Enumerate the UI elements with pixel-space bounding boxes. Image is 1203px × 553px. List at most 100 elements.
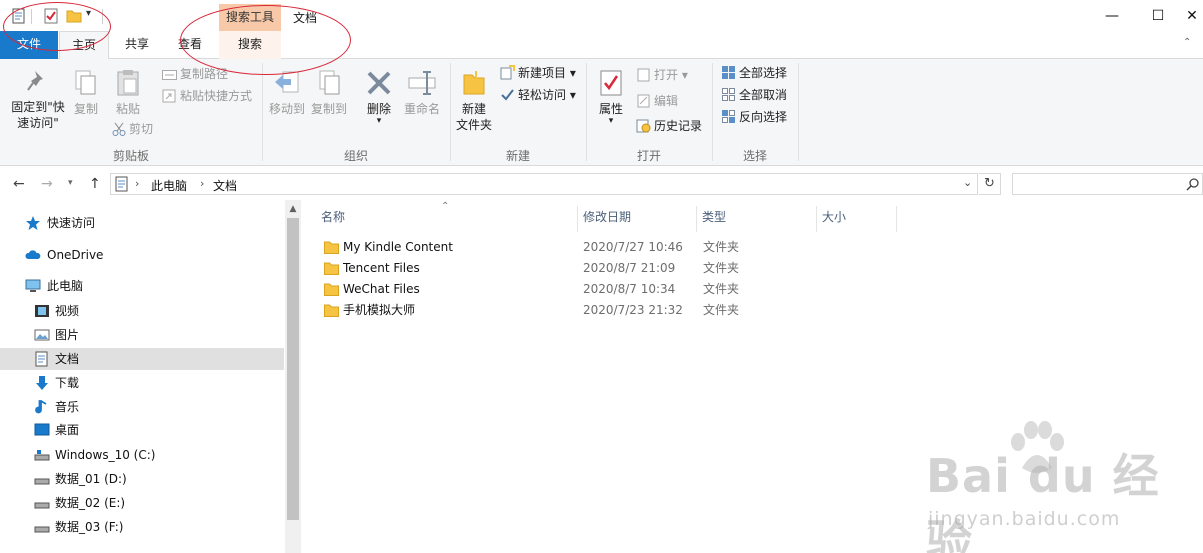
recent-locations-chevron-icon[interactable]: ▾: [68, 178, 73, 188]
maximize-button[interactable]: ☐: [1135, 0, 1181, 33]
nav-item-drive-d[interactable]: 数据_01 (D:): [0, 468, 284, 490]
paste-button[interactable]: 粘贴: [108, 69, 148, 117]
nav-item-this-pc[interactable]: 此电脑: [0, 275, 284, 297]
easy-access-button[interactable]: 轻松访问 ▾: [500, 86, 576, 104]
column-divider[interactable]: [577, 206, 578, 232]
address-history-dropdown-icon[interactable]: ⌄: [963, 176, 972, 189]
column-divider[interactable]: [696, 206, 697, 232]
column-header-type[interactable]: 类型: [702, 206, 726, 232]
search-tools-context-header: 搜索工具: [219, 4, 281, 31]
move-to-button[interactable]: 移动到: [266, 69, 308, 117]
folder-icon: [324, 283, 339, 296]
nav-item-music[interactable]: 音乐: [0, 396, 284, 418]
drive-icon: [34, 526, 50, 533]
breadcrumb-chevron-icon[interactable]: ›: [135, 177, 139, 190]
history-button[interactable]: 历史记录: [636, 117, 702, 135]
file-name: WeChat Files: [343, 282, 420, 296]
minimize-button[interactable]: —: [1089, 0, 1135, 33]
picture-icon: [34, 329, 50, 341]
new-item-button[interactable]: 新建项目 ▾: [500, 64, 576, 82]
nav-item-drive-c[interactable]: Windows_10 (C:): [0, 444, 284, 466]
paste-label: 粘贴: [115, 102, 140, 116]
organize-group-label: 组织: [343, 149, 368, 163]
scrollbar-thumb[interactable]: [287, 218, 299, 520]
nav-item-quick-access[interactable]: 快速访问: [0, 212, 284, 234]
select-all-label: 全部选择: [739, 66, 788, 80]
nav-item-desktop[interactable]: 桌面: [0, 419, 284, 441]
select-all-button[interactable]: 全部选择: [721, 64, 787, 82]
checkmark-properties-icon[interactable]: [43, 8, 59, 24]
copy-button[interactable]: 复制: [70, 69, 102, 117]
search-input[interactable]: [1012, 173, 1203, 195]
pin-label-line1: 固定到"快: [11, 100, 65, 114]
nav-item-documents[interactable]: 文档: [0, 348, 284, 370]
new-group-label: 新建: [505, 149, 530, 163]
file-type: 文件夹: [703, 240, 740, 254]
tab-view[interactable]: 查看: [165, 31, 215, 59]
nav-item-onedrive[interactable]: OneDrive: [0, 244, 284, 266]
column-header-date[interactable]: 修改日期: [583, 206, 631, 232]
breadcrumb-documents[interactable]: 文档: [213, 177, 237, 194]
tab-share[interactable]: 共享: [113, 31, 161, 59]
quick-access-dropdown[interactable]: ▾: [86, 8, 98, 24]
document-icon: [35, 351, 48, 367]
ribbon-expand-icon[interactable]: ⌃: [1183, 37, 1191, 48]
open-button[interactable]: 打开 ▾: [636, 66, 688, 84]
close-button[interactable]: ✕: [1181, 0, 1203, 33]
address-bar[interactable]: › 此电脑 › 文档 ⌄: [110, 173, 978, 195]
invert-selection-button[interactable]: 反向选择: [721, 108, 787, 126]
forward-arrow-icon[interactable]: →: [41, 176, 53, 192]
breadcrumb-this-pc[interactable]: 此电脑: [151, 177, 187, 194]
rename-button[interactable]: 重命名: [400, 69, 444, 117]
table-row[interactable]: 手机模拟大师 2020/7/23 21:32 文件夹: [301, 300, 1203, 321]
file-name: 手机模拟大师: [343, 303, 416, 317]
easy-access-label: 轻松访问 ▾: [518, 88, 576, 102]
tab-home[interactable]: 主页: [59, 31, 109, 60]
title-bar: ▾ 搜索工具 文档 — ☐ ✕: [0, 0, 1203, 33]
back-arrow-icon[interactable]: ←: [13, 176, 25, 192]
refresh-icon[interactable]: ↻: [979, 173, 1001, 195]
copy-path-button[interactable]: 复制路径: [162, 65, 228, 83]
nav-item-videos[interactable]: 视频: [0, 300, 284, 322]
column-header-name[interactable]: 名称: [321, 206, 345, 232]
column-header-size[interactable]: 大小: [822, 206, 846, 232]
tab-file[interactable]: 文件: [0, 31, 58, 59]
tab-search[interactable]: 搜索: [219, 31, 281, 59]
new-folder-button[interactable]: 新建 文件夹: [452, 69, 496, 133]
quick-access-divider: [31, 9, 32, 24]
nav-pane-scrollbar[interactable]: ▲: [285, 200, 301, 553]
move-to-label: 移动到: [268, 102, 305, 116]
edit-button[interactable]: 编辑: [636, 92, 678, 110]
file-date: 2020/8/7 21:09: [583, 261, 676, 275]
nav-item-drive-f[interactable]: 数据_03 (F:): [0, 516, 284, 538]
column-divider[interactable]: [896, 206, 897, 232]
up-arrow-icon[interactable]: ↑: [89, 176, 101, 192]
new-folder-icon[interactable]: [66, 8, 82, 24]
table-row[interactable]: My Kindle Content 2020/7/27 10:46 文件夹: [301, 237, 1203, 258]
nav-label: 文档: [55, 352, 80, 366]
new-folder-label-line2: 文件夹: [455, 118, 492, 132]
computer-icon: [25, 279, 41, 292]
copy-to-button[interactable]: 复制到: [308, 69, 350, 117]
table-row[interactable]: Tencent Files 2020/8/7 21:09 文件夹: [301, 258, 1203, 279]
cut-button[interactable]: 剪切: [112, 120, 153, 138]
paste-shortcut-button[interactable]: 粘贴快捷方式: [162, 87, 252, 105]
paste-icon: [117, 70, 139, 96]
file-type: 文件夹: [703, 282, 740, 296]
properties-button[interactable]: 属性 ▾: [592, 69, 630, 126]
properties-icon[interactable]: [11, 8, 27, 24]
table-row[interactable]: WeChat Files 2020/8/7 10:34 文件夹: [301, 279, 1203, 300]
nav-item-downloads[interactable]: 下载: [0, 372, 284, 394]
history-icon: [636, 119, 651, 133]
delete-button[interactable]: 删除 ▾: [360, 69, 398, 126]
nav-item-drive-e[interactable]: 数据_02 (E:): [0, 492, 284, 514]
breadcrumb-chevron-icon[interactable]: ›: [200, 177, 204, 190]
column-divider[interactable]: [816, 206, 817, 232]
open-icon: [637, 68, 650, 82]
delete-label: 删除: [366, 102, 391, 116]
nav-item-pictures[interactable]: 图片: [0, 324, 284, 346]
scroll-up-arrow-icon[interactable]: ▲: [285, 204, 301, 214]
pin-to-quick-access-button[interactable]: 固定到"快 速访问": [6, 69, 70, 131]
nav-label: 此电脑: [47, 279, 84, 293]
select-none-button[interactable]: 全部取消: [721, 86, 787, 104]
